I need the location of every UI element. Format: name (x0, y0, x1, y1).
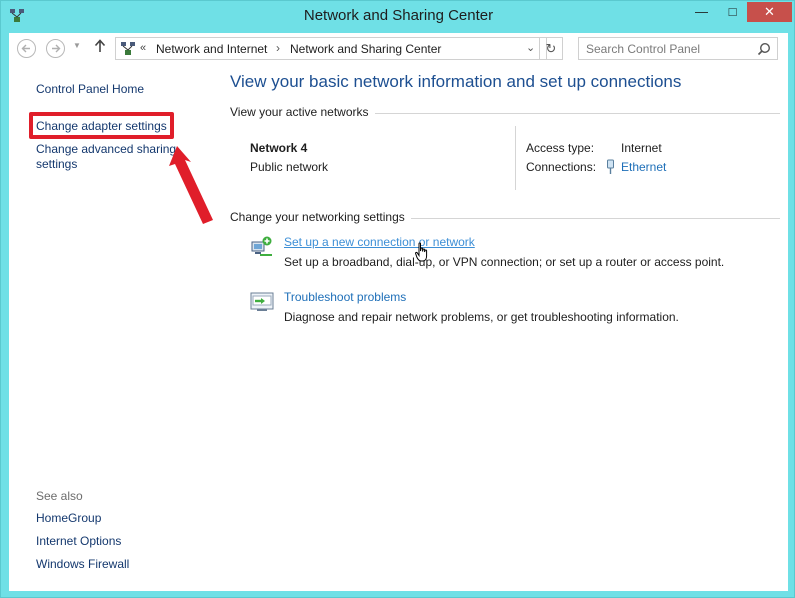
forward-arrow-icon (52, 44, 61, 53)
search-icon[interactable] (757, 42, 771, 56)
change-advanced-sharing-settings-link[interactable]: Change advanced sharing settings (36, 142, 186, 172)
setup-new-connection-link[interactable]: Set up a new connection or network (284, 235, 475, 249)
network-type: Public network (250, 160, 329, 174)
breadcrumb-separator[interactable]: › (276, 41, 280, 55)
ethernet-connection-link[interactable]: Ethernet (621, 160, 666, 174)
back-arrow-icon (21, 44, 30, 53)
back-button[interactable] (17, 39, 36, 58)
page-title: View your basic network information and … (230, 72, 682, 91)
new-connection-icon (251, 236, 272, 256)
connections-label: Connections: (526, 160, 597, 174)
internet-options-link[interactable]: Internet Options (36, 534, 121, 549)
active-networks-header: View your active networks (230, 105, 375, 119)
ethernet-icon (607, 159, 614, 174)
content-area: Control Panel Home Change adapter settin… (9, 64, 788, 591)
red-annotation-arrow-icon (169, 146, 213, 224)
close-button[interactable]: ✕ (747, 2, 792, 22)
hand-cursor-icon (415, 242, 428, 262)
troubleshoot-icon (250, 292, 274, 311)
vertical-divider (515, 126, 516, 190)
network-name: Network 4 (250, 141, 308, 155)
refresh-icon: ↻ (545, 41, 557, 56)
left-task-pane: Control Panel Home Change adapter settin… (9, 64, 213, 591)
forward-button[interactable] (46, 39, 65, 58)
up-arrow-icon (94, 39, 106, 52)
red-highlight-box (29, 112, 174, 139)
breadcrumb-network-and-sharing-center[interactable]: Network and Sharing Center (290, 42, 441, 56)
maximize-button[interactable]: □ (719, 2, 746, 22)
control-panel-home-link[interactable]: Control Panel Home (36, 82, 144, 97)
troubleshoot-problems-description: Diagnose and repair network problems, or… (284, 310, 679, 324)
troubleshoot-problems-link[interactable]: Troubleshoot problems (284, 290, 406, 304)
navigation-bar: ▼ « Network and Internet › Network and S… (9, 33, 788, 64)
access-type-label: Access type: (526, 141, 595, 155)
window-title: Network and Sharing Center (303, 7, 494, 24)
windows-firewall-link[interactable]: Windows Firewall (36, 557, 129, 572)
window: Network and Sharing Center — □ ✕ ▼ « Net… (0, 0, 795, 598)
title-bar[interactable]: Network and Sharing Center — □ ✕ (1, 1, 795, 31)
setup-new-connection-description: Set up a broadband, dial-up, or VPN conn… (284, 255, 725, 269)
see-also-heading: See also (36, 489, 83, 503)
breadcrumb-network-and-internet[interactable]: Network and Internet (156, 42, 267, 56)
refresh-button[interactable]: ↻ (539, 37, 563, 60)
control-panel-icon (121, 42, 135, 55)
homegroup-link[interactable]: HomeGroup (36, 511, 101, 526)
minimize-button[interactable]: — (688, 2, 715, 22)
access-type-value: Internet (621, 141, 662, 155)
breadcrumb-overflow[interactable]: « (140, 42, 146, 54)
address-dropdown-chevron-icon[interactable]: ⌄ (526, 41, 535, 54)
up-button[interactable] (94, 39, 106, 57)
address-bar[interactable]: « Network and Internet › Network and Sha… (115, 37, 547, 60)
recent-locations-dropdown[interactable]: ▼ (73, 41, 81, 50)
search-input[interactable]: Search Control Panel (586, 42, 700, 56)
networking-settings-header: Change your networking settings (230, 210, 411, 224)
search-box[interactable]: Search Control Panel (578, 37, 778, 60)
